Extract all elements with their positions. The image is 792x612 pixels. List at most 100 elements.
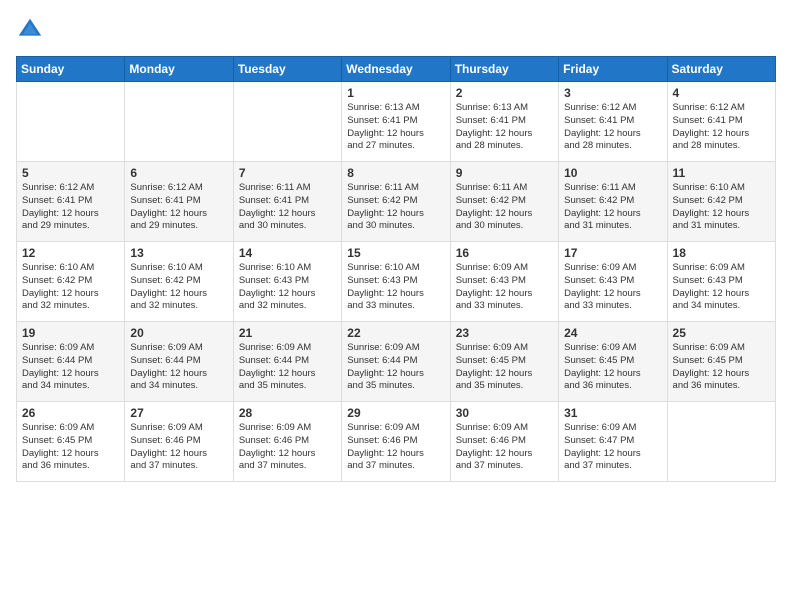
- day-number: 12: [22, 246, 119, 260]
- day-number: 6: [130, 166, 227, 180]
- weekday-header-wednesday: Wednesday: [342, 57, 450, 82]
- day-info: Sunrise: 6:09 AM Sunset: 6:43 PM Dayligh…: [456, 262, 553, 313]
- calendar-cell: 4Sunrise: 6:12 AM Sunset: 6:41 PM Daylig…: [667, 82, 775, 162]
- calendar-cell: 14 Sunrise: 6:10 AM Sunset: 6:43 PM Dayli…: [233, 242, 341, 322]
- calendar-cell: 29 Sunrise: 6:09 AM Sunset: 6:46 PM Dayli…: [342, 402, 450, 482]
- calendar-cell: 24 Sunrise: 6:09 AM Sunset: 6:45 PM Dayli…: [559, 322, 667, 402]
- day-number: 11: [673, 166, 770, 180]
- calendar-week-row: 1 Sunrise: 6:13 AM Sunset: 6:41 PM Daylig…: [17, 82, 776, 162]
- day-info: Sunrise: 6:10 AM Sunset: 6:42 PM Dayligh…: [673, 182, 770, 233]
- calendar-cell: 7 Sunrise: 6:11 AM Sunset: 6:41 PM Daylig…: [233, 162, 341, 242]
- day-info: Sunrise: 6:09 AM Sunset: 6:46 PM Dayligh…: [347, 422, 444, 473]
- day-number: 14: [239, 246, 336, 260]
- calendar-cell: 10 Sunrise: 6:11 AM Sunset: 6:42 PM Dayli…: [559, 162, 667, 242]
- day-info: Sunrise: 6:09 AM Sunset: 6:44 PM Dayligh…: [130, 342, 227, 393]
- day-number: 28: [239, 406, 336, 420]
- calendar-cell: 11 Sunrise: 6:10 AM Sunset: 6:42 PM Dayli…: [667, 162, 775, 242]
- day-number: 3: [564, 86, 661, 100]
- day-number: 16: [456, 246, 553, 260]
- calendar-week-row: 5 Sunrise: 6:12 AM Sunset: 6:41 PM Daylig…: [17, 162, 776, 242]
- calendar-cell: 9 Sunrise: 6:11 AM Sunset: 6:42 PM Daylig…: [450, 162, 558, 242]
- day-number: 13: [130, 246, 227, 260]
- weekday-header-tuesday: Tuesday: [233, 57, 341, 82]
- day-number: 26: [22, 406, 119, 420]
- day-info: Sunrise: 6:09 AM Sunset: 6:44 PM Dayligh…: [239, 342, 336, 393]
- weekday-header-monday: Monday: [125, 57, 233, 82]
- day-number: 29: [347, 406, 444, 420]
- day-number: 1: [347, 86, 444, 100]
- calendar-cell: 28 Sunrise: 6:09 AM Sunset: 6:46 PM Dayli…: [233, 402, 341, 482]
- day-number: 30: [456, 406, 553, 420]
- day-info: Sunrise: 6:11 AM Sunset: 6:42 PM Dayligh…: [456, 182, 553, 233]
- day-info: Sunrise: 6:09 AM Sunset: 6:44 PM Dayligh…: [347, 342, 444, 393]
- day-info: Sunrise: 6:09 AM Sunset: 6:43 PM Dayligh…: [673, 262, 770, 313]
- day-info: Sunrise: 6:09 AM Sunset: 6:44 PM Dayligh…: [22, 342, 119, 393]
- calendar-cell: 8Sunrise: 6:11 AM Sunset: 6:42 PM Daylig…: [342, 162, 450, 242]
- calendar-cell: [125, 82, 233, 162]
- calendar-cell: 21 Sunrise: 6:09 AM Sunset: 6:44 PM Dayli…: [233, 322, 341, 402]
- day-info: Sunrise: 6:12 AM Sunset: 6:41 PM Dayligh…: [130, 182, 227, 233]
- day-info: Sunrise: 6:13 AM Sunset: 6:41 PM Dayligh…: [456, 102, 553, 153]
- calendar-cell: 31Sunrise: 6:09 AM Sunset: 6:47 PM Dayli…: [559, 402, 667, 482]
- weekday-header-row: SundayMondayTuesdayWednesdayThursdayFrid…: [17, 57, 776, 82]
- day-info: Sunrise: 6:11 AM Sunset: 6:42 PM Dayligh…: [347, 182, 444, 233]
- day-number: 7: [239, 166, 336, 180]
- day-info: Sunrise: 6:09 AM Sunset: 6:46 PM Dayligh…: [456, 422, 553, 473]
- calendar-cell: 2 Sunrise: 6:13 AM Sunset: 6:41 PM Daylig…: [450, 82, 558, 162]
- calendar-cell: 16 Sunrise: 6:09 AM Sunset: 6:43 PM Dayli…: [450, 242, 558, 322]
- calendar-cell: 30 Sunrise: 6:09 AM Sunset: 6:46 PM Dayli…: [450, 402, 558, 482]
- calendar-week-row: 12 Sunrise: 6:10 AM Sunset: 6:42 PM Dayli…: [17, 242, 776, 322]
- day-number: 24: [564, 326, 661, 340]
- day-number: 10: [564, 166, 661, 180]
- calendar-cell: 25 Sunrise: 6:09 AM Sunset: 6:45 PM Dayli…: [667, 322, 775, 402]
- day-info: Sunrise: 6:13 AM Sunset: 6:41 PM Dayligh…: [347, 102, 444, 153]
- calendar-cell: 22 Sunrise: 6:09 AM Sunset: 6:44 PM Dayli…: [342, 322, 450, 402]
- day-number: 31: [564, 406, 661, 420]
- weekday-header-friday: Friday: [559, 57, 667, 82]
- day-info: Sunrise: 6:10 AM Sunset: 6:43 PM Dayligh…: [347, 262, 444, 313]
- calendar-cell: 20 Sunrise: 6:09 AM Sunset: 6:44 PM Dayli…: [125, 322, 233, 402]
- day-info: Sunrise: 6:11 AM Sunset: 6:41 PM Dayligh…: [239, 182, 336, 233]
- logo: [16, 16, 48, 44]
- day-number: 21: [239, 326, 336, 340]
- calendar-cell: 19 Sunrise: 6:09 AM Sunset: 6:44 PM Dayli…: [17, 322, 125, 402]
- day-info: Sunrise: 6:11 AM Sunset: 6:42 PM Dayligh…: [564, 182, 661, 233]
- page-header: [16, 16, 776, 44]
- day-info: Sunrise: 6:10 AM Sunset: 6:43 PM Dayligh…: [239, 262, 336, 313]
- day-number: 25: [673, 326, 770, 340]
- day-info: Sunrise: 6:09 AM Sunset: 6:43 PM Dayligh…: [564, 262, 661, 313]
- calendar-cell: 15 Sunrise: 6:10 AM Sunset: 6:43 PM Dayli…: [342, 242, 450, 322]
- calendar-cell: 23Sunrise: 6:09 AM Sunset: 6:45 PM Dayli…: [450, 322, 558, 402]
- day-info: Sunrise: 6:09 AM Sunset: 6:45 PM Dayligh…: [22, 422, 119, 473]
- day-number: 17: [564, 246, 661, 260]
- calendar-cell: 3 Sunrise: 6:12 AM Sunset: 6:41 PM Daylig…: [559, 82, 667, 162]
- day-info: Sunrise: 6:12 AM Sunset: 6:41 PM Dayligh…: [564, 102, 661, 153]
- day-number: 23: [456, 326, 553, 340]
- weekday-header-thursday: Thursday: [450, 57, 558, 82]
- calendar-cell: [667, 402, 775, 482]
- day-number: 18: [673, 246, 770, 260]
- day-number: 22: [347, 326, 444, 340]
- weekday-header-saturday: Saturday: [667, 57, 775, 82]
- day-number: 20: [130, 326, 227, 340]
- day-info: Sunrise: 6:09 AM Sunset: 6:46 PM Dayligh…: [130, 422, 227, 473]
- calendar-cell: 27 Sunrise: 6:09 AM Sunset: 6:46 PM Dayli…: [125, 402, 233, 482]
- calendar-week-row: 19 Sunrise: 6:09 AM Sunset: 6:44 PM Dayli…: [17, 322, 776, 402]
- calendar-cell: 13Sunrise: 6:10 AM Sunset: 6:42 PM Dayli…: [125, 242, 233, 322]
- day-number: 5: [22, 166, 119, 180]
- day-info: Sunrise: 6:12 AM Sunset: 6:41 PM Dayligh…: [673, 102, 770, 153]
- day-number: 19: [22, 326, 119, 340]
- day-number: 15: [347, 246, 444, 260]
- calendar-table: SundayMondayTuesdayWednesdayThursdayFrid…: [16, 56, 776, 482]
- logo-icon: [16, 16, 44, 44]
- calendar-cell: 18 Sunrise: 6:09 AM Sunset: 6:43 PM Dayli…: [667, 242, 775, 322]
- day-info: Sunrise: 6:09 AM Sunset: 6:45 PM Dayligh…: [564, 342, 661, 393]
- day-info: Sunrise: 6:09 AM Sunset: 6:46 PM Dayligh…: [239, 422, 336, 473]
- day-info: Sunrise: 6:12 AM Sunset: 6:41 PM Dayligh…: [22, 182, 119, 233]
- day-number: 9: [456, 166, 553, 180]
- day-info: Sunrise: 6:10 AM Sunset: 6:42 PM Dayligh…: [22, 262, 119, 313]
- day-number: 2: [456, 86, 553, 100]
- day-info: Sunrise: 6:09 AM Sunset: 6:45 PM Dayligh…: [673, 342, 770, 393]
- day-number: 27: [130, 406, 227, 420]
- calendar-cell: [233, 82, 341, 162]
